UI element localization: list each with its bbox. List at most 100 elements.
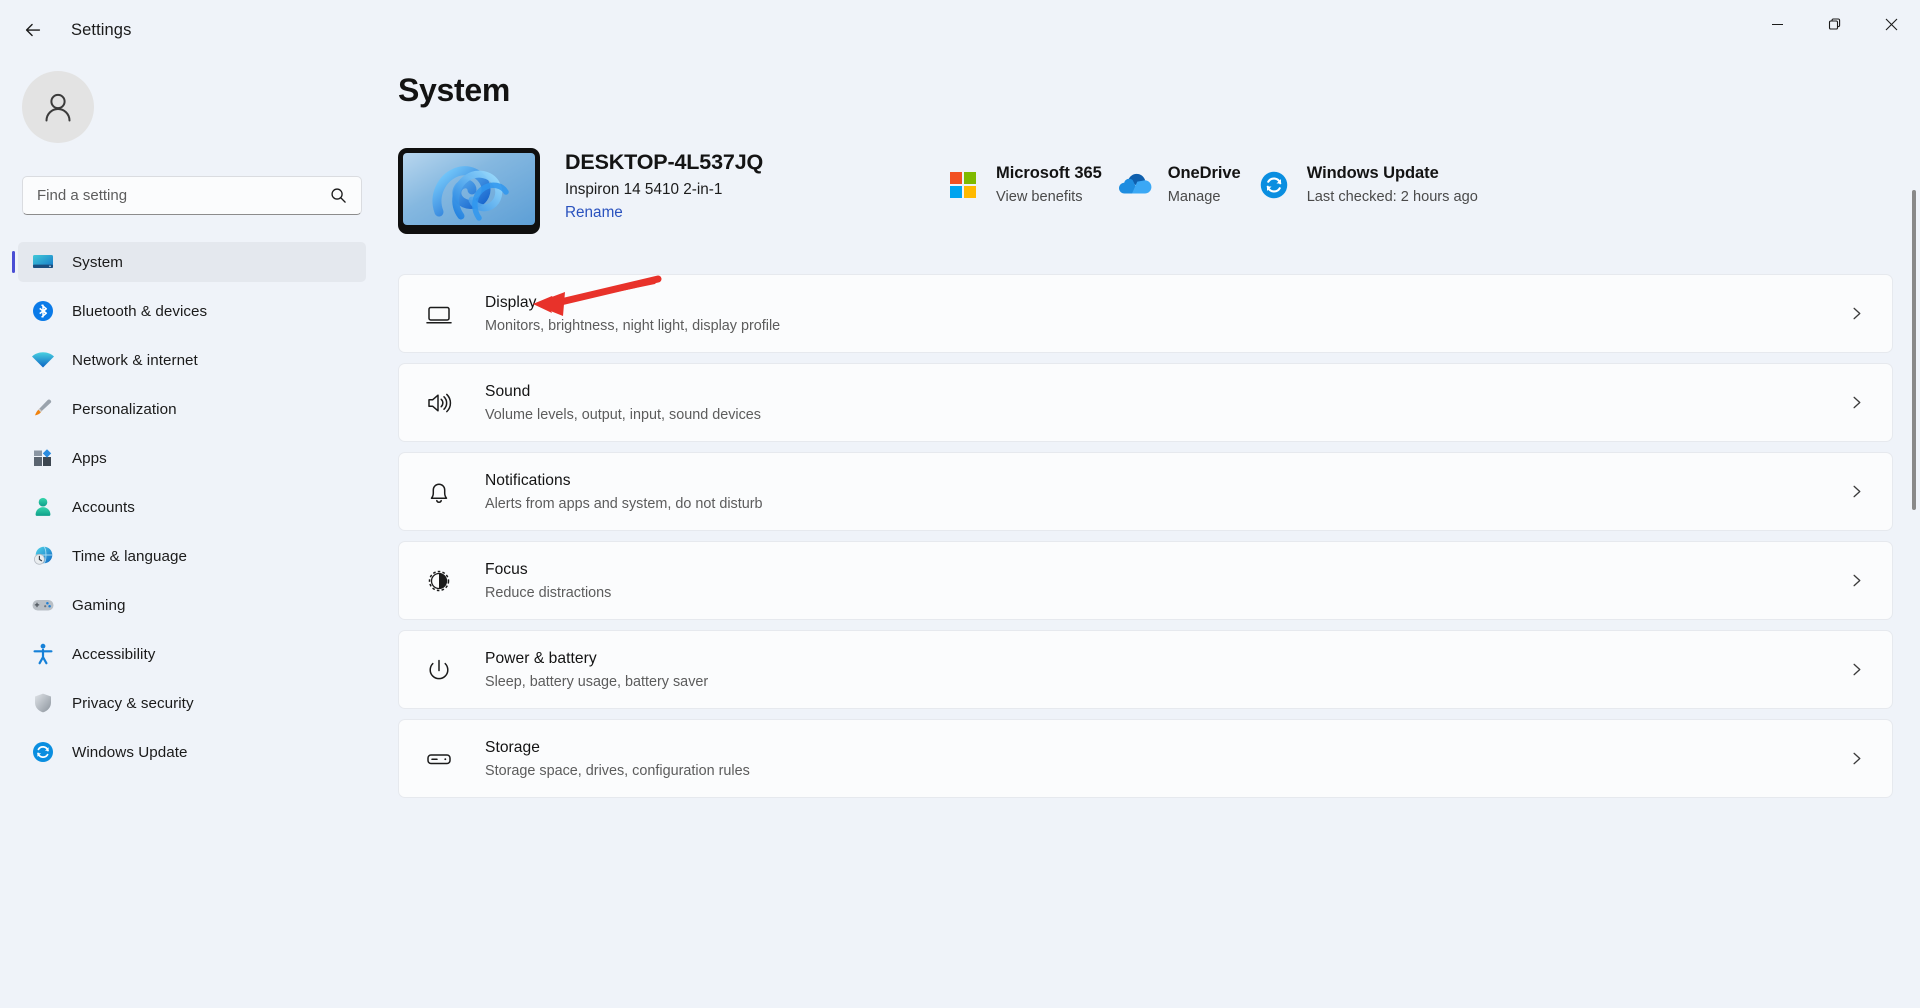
person-avatar-icon [45, 93, 71, 122]
window-controls [1749, 0, 1920, 48]
page-title: System [398, 72, 511, 108]
update-refresh-icon [1257, 168, 1291, 202]
power-icon [423, 654, 455, 686]
settings-row-title: Focus [485, 560, 528, 578]
bluetooth-icon [30, 298, 56, 324]
sidebar-item-label: Network & internet [72, 351, 198, 369]
chevron-right-icon [1849, 662, 1864, 677]
shield-icon [30, 690, 56, 716]
update-refresh-icon [30, 739, 56, 765]
settings-row-subtitle: Sleep, battery usage, battery saver [485, 673, 709, 690]
search-icon [330, 187, 361, 204]
search-input[interactable] [23, 187, 330, 204]
sidebar: System Bluetooth & devices [0, 60, 392, 1008]
sidebar-nav: System Bluetooth & devices Network & int… [12, 242, 366, 781]
sidebar-item-privacy-security[interactable]: Privacy & security [18, 683, 366, 723]
main-content: System DESKTOP-4L537JQ Inspiron 14 5410 … [392, 60, 1920, 1008]
sidebar-item-accessibility[interactable]: Accessibility [18, 634, 366, 674]
sidebar-item-time-language[interactable]: Time & language [18, 536, 366, 576]
sidebar-item-system[interactable]: System [12, 242, 366, 282]
sidebar-item-label: Accessibility [72, 645, 156, 663]
bloom-graphic [432, 166, 509, 221]
onedrive-cloud-icon [1118, 168, 1152, 202]
avatar[interactable] [22, 71, 94, 143]
device-info: DESKTOP-4L537JQ Inspiron 14 5410 2-in-1 … [565, 150, 763, 222]
sidebar-item-label: Accounts [72, 498, 135, 516]
settings-row-display[interactable]: Display Monitors, brightness, night ligh… [398, 274, 1893, 353]
quick-link-subtitle: Last checked: 2 hours ago [1306, 189, 1478, 205]
quick-link-title: Microsoft 365 [996, 164, 1102, 182]
window-title: Settings [71, 20, 132, 39]
chevron-right-icon [1849, 751, 1864, 766]
quick-links: Microsoft 365 View benefits OneDrive Man… [938, 158, 1486, 211]
settings-row-storage[interactable]: Storage Storage space, drives, configura… [398, 719, 1893, 798]
sidebar-item-label: Personalization [72, 400, 177, 418]
sidebar-item-personalization[interactable]: Personalization [18, 389, 366, 429]
paintbrush-icon [30, 396, 56, 422]
sidebar-item-gaming[interactable]: Gaming [18, 585, 366, 625]
settings-row-title: Display [485, 293, 537, 311]
speaker-icon [423, 387, 455, 419]
quick-link-onedrive[interactable]: OneDrive Manage [1110, 158, 1249, 211]
device-header: DESKTOP-4L537JQ Inspiron 14 5410 2-in-1 … [398, 148, 1898, 238]
sidebar-item-accounts[interactable]: Accounts [18, 487, 366, 527]
quick-link-windows-update[interactable]: Windows Update Last checked: 2 hours ago [1249, 158, 1486, 211]
chevron-right-icon [1849, 306, 1864, 321]
quick-link-subtitle: Manage [1167, 189, 1221, 205]
globe-clock-icon [30, 543, 56, 569]
settings-row-title: Sound [485, 382, 531, 400]
maximize-icon [1828, 17, 1841, 30]
content-scrollbar[interactable] [1912, 190, 1916, 510]
quick-link-microsoft-365[interactable]: Microsoft 365 View benefits [938, 158, 1110, 211]
windows-bloom-wallpaper [403, 153, 535, 225]
minimize-button[interactable] [1749, 0, 1806, 48]
settings-row-focus[interactable]: Focus Reduce distractions [398, 541, 1893, 620]
microsoft-logo-icon [946, 168, 980, 202]
settings-row-title: Storage [485, 738, 540, 756]
focus-moon-icon [423, 565, 455, 597]
wifi-icon [30, 347, 56, 373]
device-name: DESKTOP-4L537JQ [565, 150, 764, 174]
settings-row-notifications[interactable]: Notifications Alerts from apps and syste… [398, 452, 1893, 531]
storage-drive-icon [423, 743, 455, 775]
monitor-icon [30, 249, 56, 275]
apps-icon [30, 445, 56, 471]
close-icon [1885, 18, 1898, 30]
gamepad-icon [30, 592, 56, 618]
chevron-right-icon [1849, 573, 1864, 588]
rename-link[interactable]: Rename [565, 204, 623, 222]
display-monitor-icon [423, 298, 455, 330]
sidebar-item-label: Windows Update [72, 743, 188, 761]
person-icon [30, 494, 56, 520]
settings-row-subtitle: Reduce distractions [485, 584, 612, 601]
device-model: Inspiron 14 5410 2-in-1 [565, 181, 723, 198]
sidebar-item-bluetooth-devices[interactable]: Bluetooth & devices [18, 291, 366, 331]
sidebar-item-label: Gaming [72, 596, 126, 614]
maximize-button[interactable] [1806, 0, 1863, 48]
sidebar-item-apps[interactable]: Apps [18, 438, 366, 478]
chevron-right-icon [1849, 484, 1864, 499]
settings-row-title: Power & battery [485, 649, 597, 667]
back-arrow-icon [25, 23, 41, 37]
search-box[interactable] [22, 176, 362, 215]
quick-link-title: OneDrive [1167, 164, 1241, 182]
chevron-right-icon [1849, 395, 1864, 410]
back-button[interactable] [13, 10, 53, 50]
settings-row-sound[interactable]: Sound Volume levels, output, input, soun… [398, 363, 1893, 442]
sidebar-item-label: Apps [72, 449, 107, 467]
title-bar: Settings [0, 0, 1920, 60]
settings-list: Display Monitors, brightness, night ligh… [398, 274, 1893, 808]
settings-row-power-battery[interactable]: Power & battery Sleep, battery usage, ba… [398, 630, 1893, 709]
sidebar-item-network-internet[interactable]: Network & internet [18, 340, 366, 380]
settings-window: Settings Find a setting System Bluetooth… [0, 0, 1920, 1008]
sidebar-item-label: Bluetooth & devices [72, 302, 208, 320]
accessibility-icon [30, 641, 56, 667]
sidebar-item-label: Time & language [72, 547, 188, 565]
settings-row-title: Notifications [485, 471, 571, 489]
settings-row-subtitle: Alerts from apps and system, do not dist… [485, 495, 763, 512]
sidebar-item-windows-update[interactable]: Windows Update [18, 732, 366, 772]
settings-row-subtitle: Storage space, drives, configuration rul… [485, 762, 750, 779]
bell-icon [423, 476, 455, 508]
device-thumbnail [398, 148, 540, 234]
close-button[interactable] [1863, 0, 1920, 48]
